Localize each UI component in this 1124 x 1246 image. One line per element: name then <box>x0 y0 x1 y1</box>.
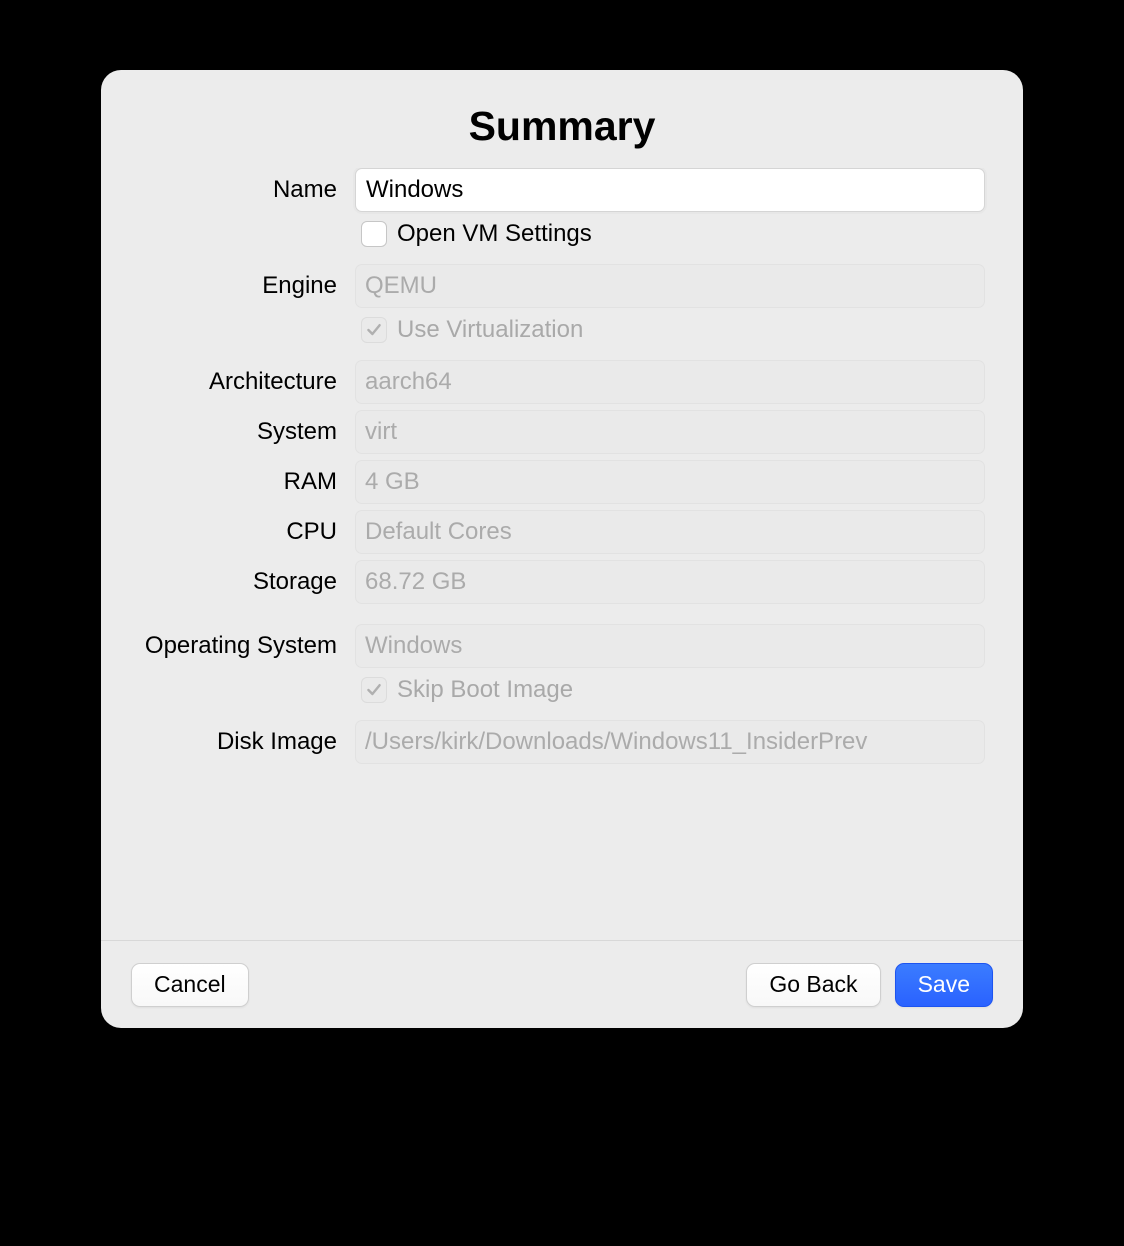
system-field <box>355 410 985 454</box>
row-cpu: CPU <box>101 510 985 554</box>
ram-label: RAM <box>101 468 341 496</box>
storage-label: Storage <box>101 568 341 596</box>
go-back-button[interactable]: Go Back <box>746 963 880 1007</box>
row-disk-image: Disk Image <box>101 720 985 764</box>
checkbox-checked-icon <box>361 677 387 703</box>
cpu-field <box>355 510 985 554</box>
checkbox-icon <box>361 221 387 247</box>
use-virtualization-row: Use Virtualization <box>361 316 985 344</box>
cpu-label: CPU <box>101 518 341 546</box>
disk-image-label: Disk Image <box>101 728 341 756</box>
disk-image-field <box>355 720 985 764</box>
architecture-label: Architecture <box>101 368 341 396</box>
row-architecture: Architecture <box>101 360 985 404</box>
open-vm-settings-label: Open VM Settings <box>397 220 592 248</box>
use-virtualization-label: Use Virtualization <box>397 316 583 344</box>
architecture-field <box>355 360 985 404</box>
row-name: Name <box>101 168 985 212</box>
open-vm-settings-row[interactable]: Open VM Settings <box>361 220 985 248</box>
os-label: Operating System <box>101 632 341 660</box>
form-scroll[interactable]: Name Open VM Settings Engine <box>101 168 993 940</box>
skip-boot-label: Skip Boot Image <box>397 676 573 704</box>
row-system: System <box>101 410 985 454</box>
os-field <box>355 624 985 668</box>
row-ram: RAM <box>101 460 985 504</box>
name-input[interactable] <box>355 168 985 212</box>
storage-field <box>355 560 985 604</box>
bottom-padding <box>101 770 985 810</box>
save-button[interactable]: Save <box>895 963 993 1007</box>
skip-boot-row: Skip Boot Image <box>361 676 985 704</box>
divider <box>101 610 985 624</box>
row-engine: Engine <box>101 264 985 308</box>
checkbox-checked-icon <box>361 317 387 343</box>
row-storage: Storage <box>101 560 985 604</box>
row-os: Operating System <box>101 624 985 668</box>
engine-label: Engine <box>101 272 341 300</box>
ram-field <box>355 460 985 504</box>
summary-dialog: Summary Name Open VM Settings Engine <box>101 70 1023 1028</box>
name-label: Name <box>101 176 341 204</box>
scroll-area: Name Open VM Settings Engine <box>101 168 1023 940</box>
dialog-title: Summary <box>101 70 1023 168</box>
engine-field <box>355 264 985 308</box>
system-label: System <box>101 418 341 446</box>
cancel-button[interactable]: Cancel <box>131 963 249 1007</box>
dialog-footer: Cancel Go Back Save <box>101 940 1023 1028</box>
